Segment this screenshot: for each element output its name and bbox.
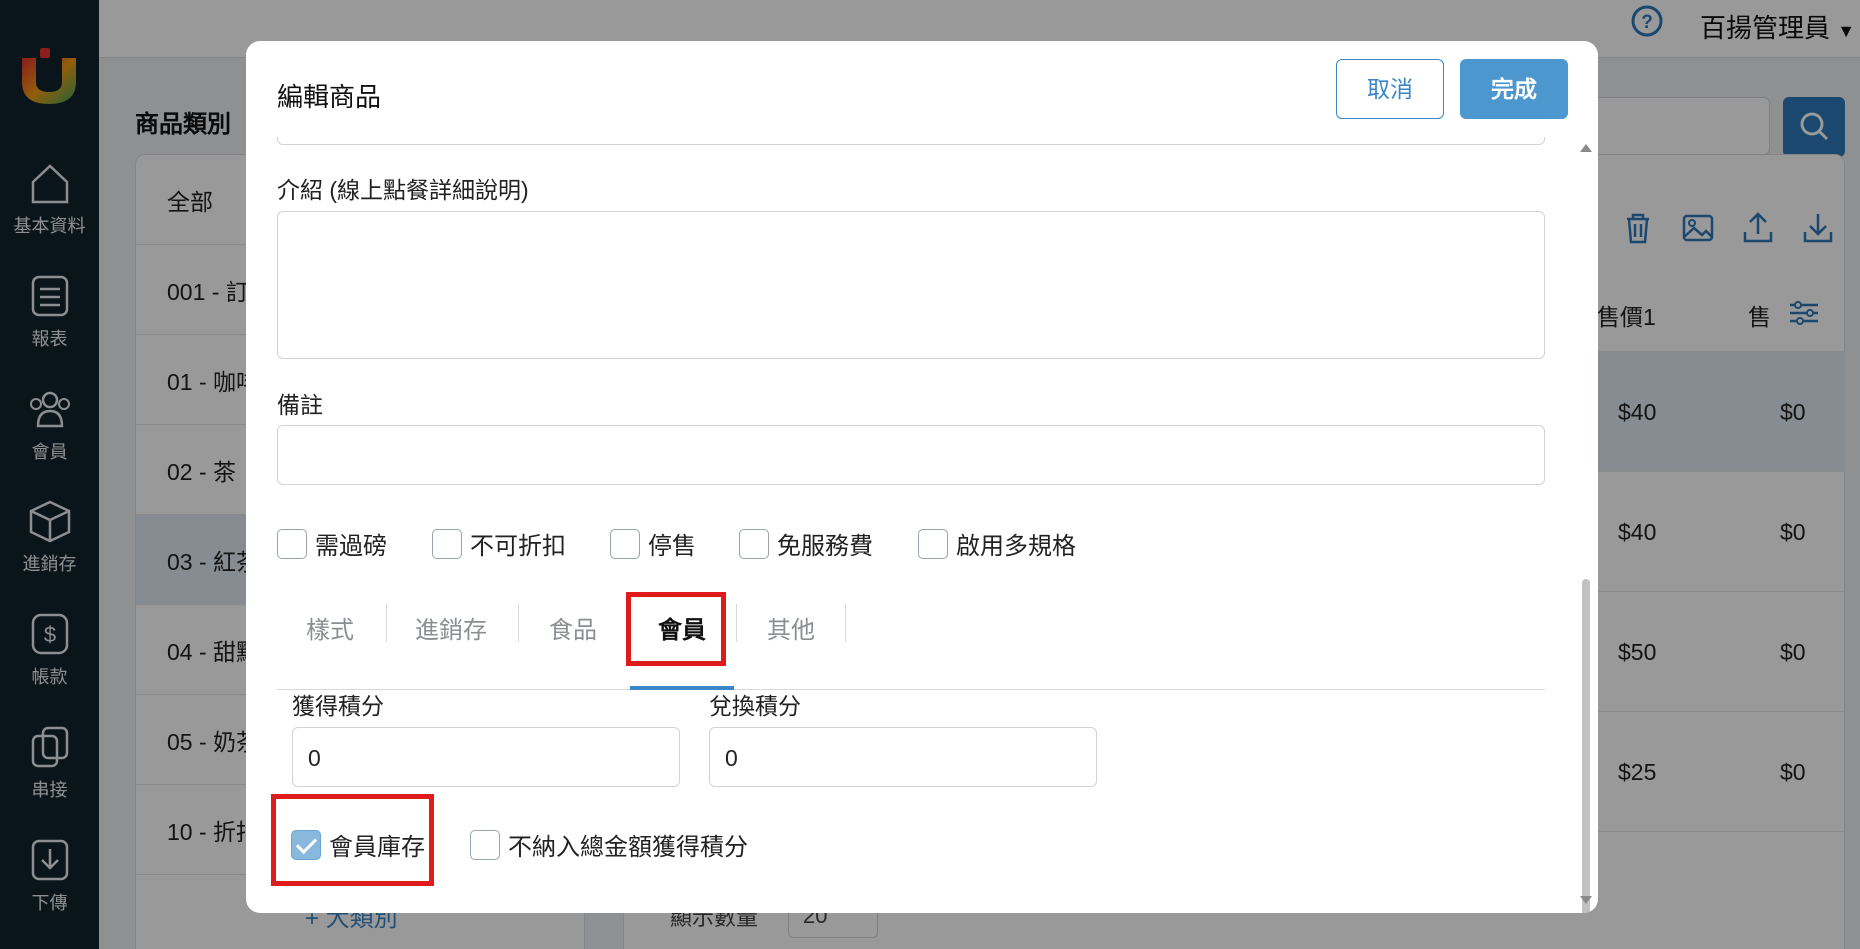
tabs-baseline xyxy=(277,689,1545,690)
checkbox[interactable] xyxy=(918,528,948,559)
option-no-service-fee[interactable]: 免服務費 xyxy=(739,526,873,560)
note-input[interactable] xyxy=(277,425,1545,485)
previous-field-edge xyxy=(277,137,1545,145)
scroll-up-arrow[interactable] xyxy=(1580,144,1592,152)
option-no-discount[interactable]: 不可折扣 xyxy=(432,526,566,560)
option-weigh[interactable]: 需過磅 xyxy=(277,526,387,560)
option-label: 停售 xyxy=(648,533,696,560)
redeem-points-label: 兌換積分 xyxy=(709,693,801,719)
cancel-button[interactable]: 取消 xyxy=(1336,59,1444,119)
option-label: 免服務費 xyxy=(777,533,873,560)
highlight-box-member-stock xyxy=(271,794,434,886)
tab-divider xyxy=(518,604,519,642)
redeem-points-input[interactable]: 0 xyxy=(709,727,1097,787)
tab-divider xyxy=(736,604,737,642)
option-exclude-total-points[interactable]: 不納入總金額獲得積分 xyxy=(470,827,748,861)
tab-divider xyxy=(845,604,846,642)
checkbox[interactable] xyxy=(610,528,640,559)
scrollbar-thumb[interactable] xyxy=(1582,579,1590,913)
option-label: 不可折扣 xyxy=(470,533,566,560)
tab-inventory[interactable]: 進銷存 xyxy=(415,610,487,645)
scroll-down-arrow[interactable] xyxy=(1580,896,1592,904)
dialog-body[interactable]: 介紹 (線上點餐詳細說明) 備註 需過磅 不可折扣 停售 免服務費 啟用多規格 … xyxy=(246,137,1598,913)
earn-points-input[interactable]: 0 xyxy=(292,727,680,787)
tab-food[interactable]: 食品 xyxy=(549,610,597,645)
tab-other[interactable]: 其他 xyxy=(767,610,815,645)
checkbox[interactable] xyxy=(432,528,462,559)
highlight-box-member-tab xyxy=(626,592,726,666)
option-label: 需過磅 xyxy=(315,533,387,560)
dialog-title: 編輯商品 xyxy=(277,82,382,112)
note-label: 備註 xyxy=(277,392,323,418)
option-label: 啟用多規格 xyxy=(956,533,1076,560)
option-label: 不納入總金額獲得積分 xyxy=(508,834,748,861)
tab-divider xyxy=(386,604,387,642)
earn-points-label: 獲得積分 xyxy=(292,693,384,719)
edit-product-dialog: 編輯商品 取消 完成 介紹 (線上點餐詳細說明) 備註 需過磅 不可折扣 停售 … xyxy=(246,41,1598,913)
intro-label: 介紹 (線上點餐詳細說明) xyxy=(277,177,529,203)
tab-style[interactable]: 樣式 xyxy=(306,610,354,645)
option-multi-spec[interactable]: 啟用多規格 xyxy=(918,526,1076,560)
checkbox[interactable] xyxy=(739,528,769,559)
checkbox[interactable] xyxy=(277,528,307,559)
done-button[interactable]: 完成 xyxy=(1460,59,1568,119)
option-suspended[interactable]: 停售 xyxy=(610,526,696,560)
intro-textarea[interactable] xyxy=(277,211,1545,359)
checkbox[interactable] xyxy=(470,829,500,860)
